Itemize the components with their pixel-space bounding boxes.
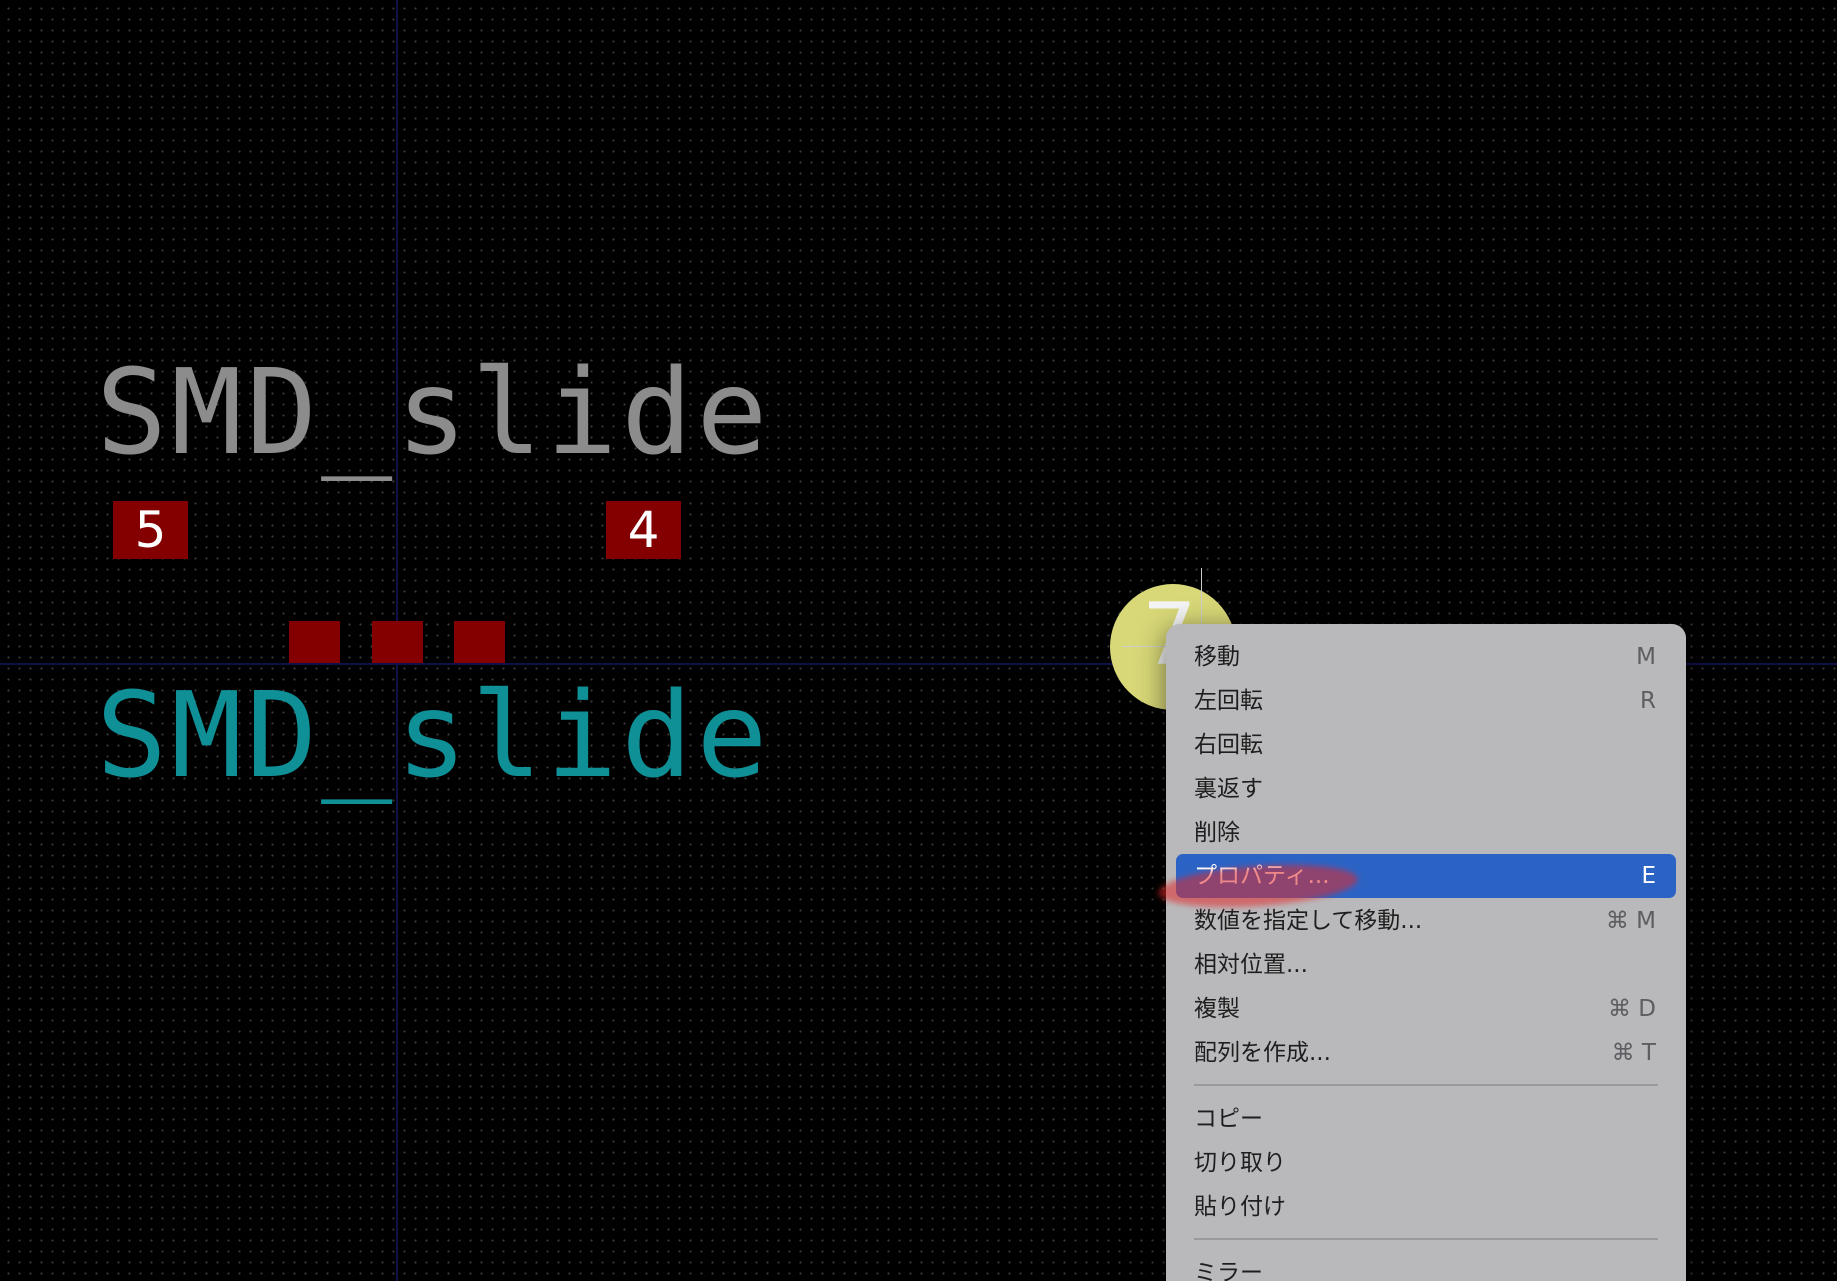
menu-separator-2: [1194, 1238, 1658, 1240]
menu-item-rotate-right[interactable]: 右回転: [1176, 723, 1676, 767]
menu-item-duplicate[interactable]: 複製 ⌘ D: [1176, 987, 1676, 1031]
menu-separator-1: [1194, 1084, 1658, 1086]
menu-item-delete[interactable]: 削除: [1176, 811, 1676, 855]
menu-item-copy[interactable]: コピー: [1176, 1097, 1676, 1141]
pad-small-3[interactable]: [454, 621, 505, 663]
menu-item-paste[interactable]: 貼り付け: [1176, 1185, 1676, 1229]
pad-small-1[interactable]: [289, 621, 340, 663]
reference-text-bottom[interactable]: SMD_slide: [96, 676, 771, 794]
menu-item-cut[interactable]: 切り取り: [1176, 1141, 1676, 1185]
menu-item-create-array[interactable]: 配列を作成... ⌘ T: [1176, 1031, 1676, 1075]
reference-text-top[interactable]: SMD_slide: [96, 353, 771, 471]
menu-item-move[interactable]: 移動 M: [1176, 635, 1676, 679]
menu-item-rotate-left[interactable]: 左回転 R: [1176, 679, 1676, 723]
menu-item-properties[interactable]: プロパティ... E: [1176, 854, 1676, 898]
menu-item-mirror[interactable]: ミラー: [1176, 1251, 1676, 1281]
menu-item-move-exact[interactable]: 数値を指定して移動... ⌘ M: [1176, 899, 1676, 943]
menu-item-position-relative[interactable]: 相対位置...: [1176, 943, 1676, 987]
pad-small-2[interactable]: [372, 621, 423, 663]
menu-item-flip[interactable]: 裏返す: [1176, 767, 1676, 811]
pad-5[interactable]: 5: [113, 501, 188, 559]
context-menu: 移動 M 左回転 R 右回転 裏返す 削除 プロパティ... E 数値を指定して…: [1166, 624, 1686, 1281]
pcb-canvas[interactable]: SMD_slide 5 4 SMD_slide 7 移動 M 左回転 R 右回転…: [0, 0, 1837, 1281]
pad-4[interactable]: 4: [606, 501, 681, 559]
